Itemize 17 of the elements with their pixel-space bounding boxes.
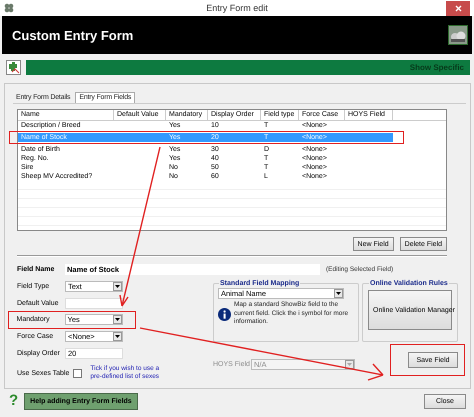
caret-icon (336, 292, 341, 295)
thumbnail-icon (448, 25, 468, 45)
caret-icon (115, 334, 120, 338)
banner-label: Show Specific (410, 63, 464, 72)
close-button[interactable] (446, 0, 470, 16)
input-field[interactable] (65, 298, 123, 308)
caret-icon (347, 363, 352, 366)
checkbox[interactable] (73, 368, 82, 378)
help-icon[interactable]: ? (9, 393, 18, 409)
window-title: Entry Form edit (206, 3, 268, 13)
clover-icon (4, 3, 14, 13)
close-icon (454, 4, 462, 12)
puzzle-icon[interactable] (6, 60, 21, 75)
caret-icon (115, 284, 120, 288)
info-icon[interactable] (218, 308, 231, 321)
header-title: Custom Entry Form (12, 28, 134, 42)
caret-icon (114, 318, 120, 321)
